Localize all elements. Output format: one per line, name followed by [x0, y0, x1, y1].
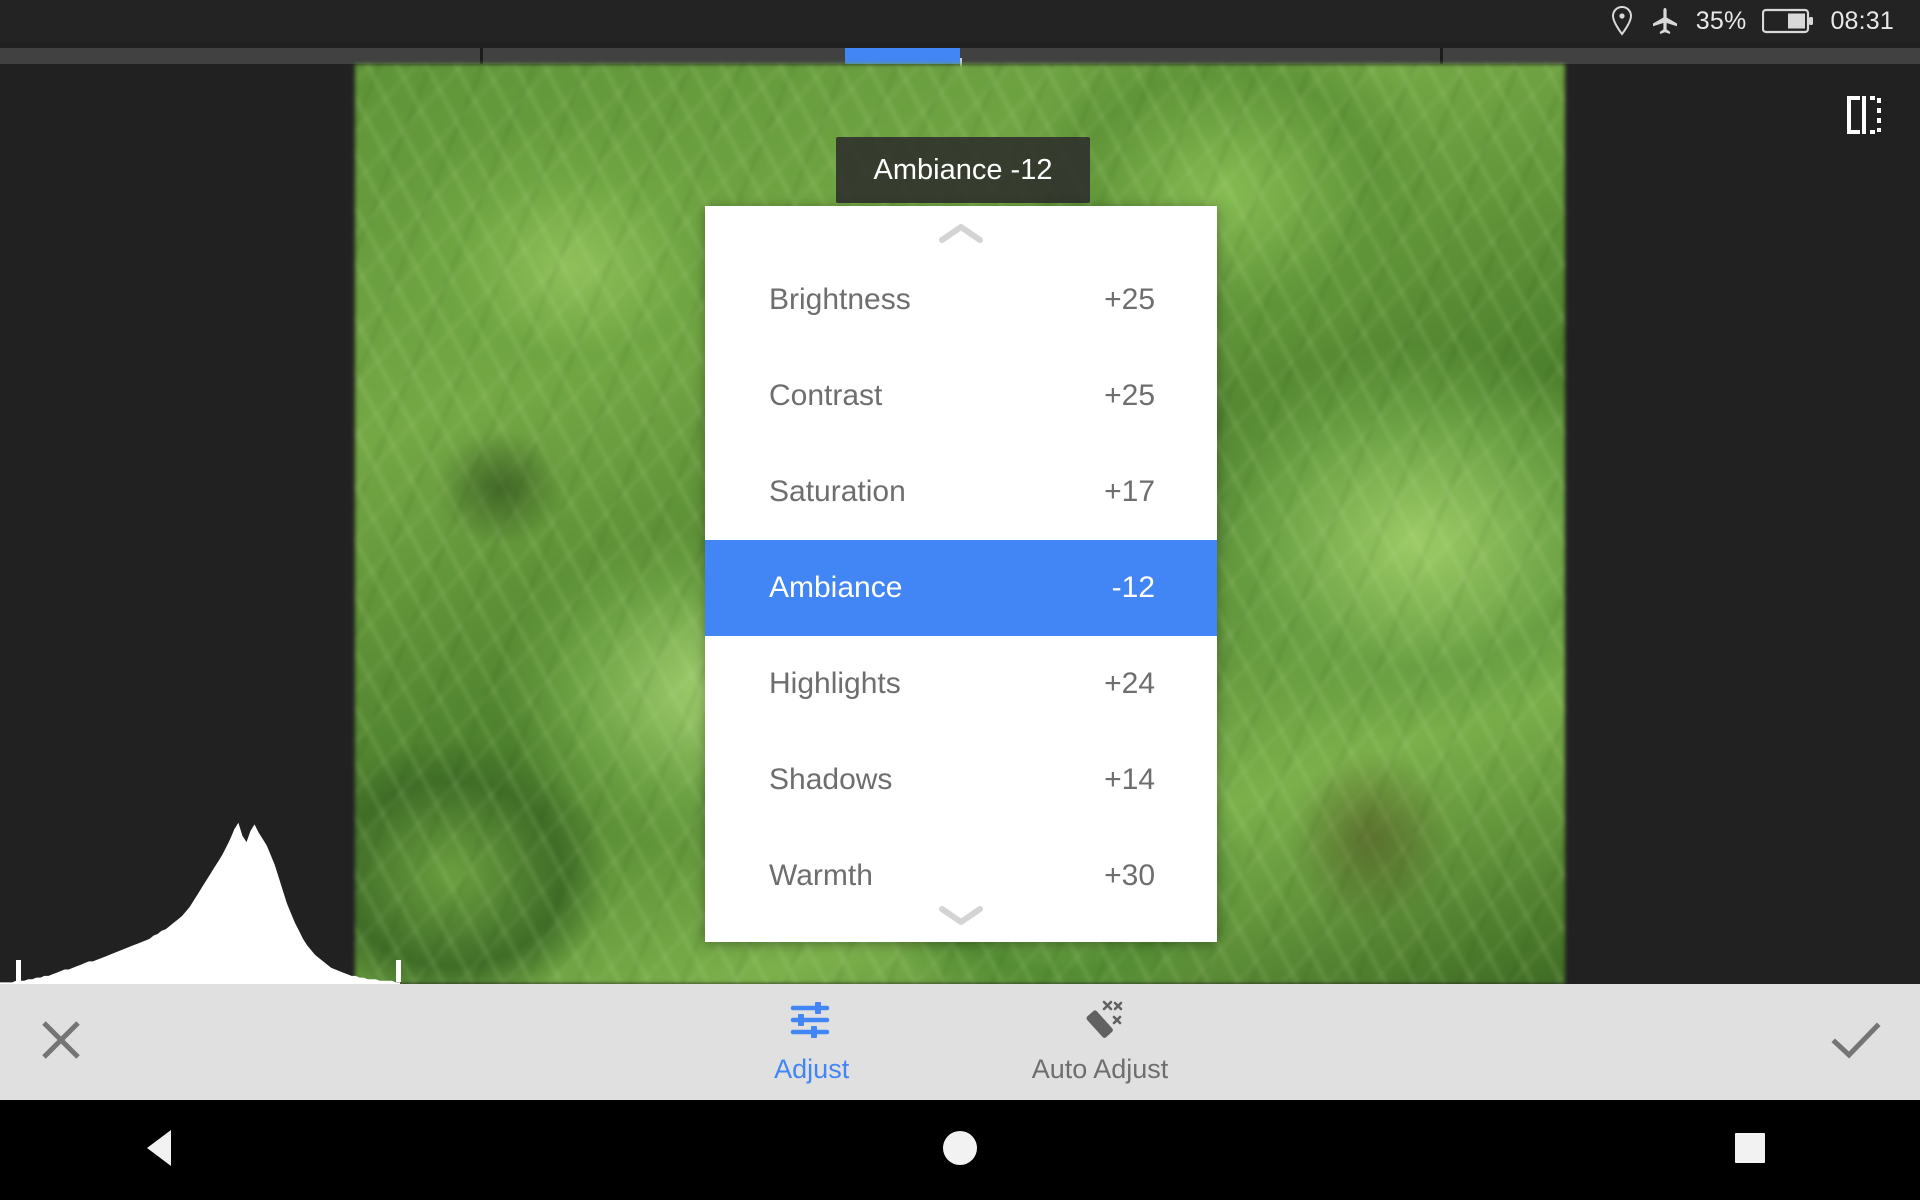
adjustment-row-value: +25 [1104, 379, 1155, 412]
adjustment-row-value: +14 [1104, 763, 1155, 796]
adjustment-row-label: Warmth [769, 859, 873, 892]
tab-auto-adjust-label: Auto Adjust [1031, 1054, 1169, 1084]
adjustment-row-label: Contrast [769, 379, 883, 412]
adjustment-row[interactable]: Shadows +14 [705, 732, 1217, 828]
adjustment-row-value: +24 [1104, 667, 1155, 700]
adjustment-row-label: Saturation [769, 475, 906, 508]
slider-tick [1440, 48, 1443, 64]
nav-home-circle-icon [938, 1126, 982, 1175]
slider-fill [844, 48, 960, 64]
adjustment-row[interactable]: Ambiance -12 [705, 540, 1217, 636]
slider-tick [480, 48, 483, 64]
adjustment-row-value: +17 [1104, 475, 1155, 508]
tune-sliders-icon [789, 999, 835, 1046]
adjustment-row[interactable]: Brightness +25 [705, 252, 1217, 348]
compare-before-after-icon[interactable] [1836, 87, 1892, 143]
tab-auto-adjust[interactable]: Auto Adjust [1031, 999, 1169, 1085]
nav-back-triangle-icon [139, 1126, 181, 1175]
adjustment-row-label: Ambiance [769, 571, 903, 604]
tab-adjust-label: Adjust [774, 1054, 850, 1084]
adjustment-row-value: +30 [1104, 859, 1155, 892]
checkmark-icon [1830, 1018, 1882, 1067]
bottom-toolbar: Adjust Auto Adjust [0, 984, 1920, 1100]
battery-icon [1762, 8, 1814, 34]
nav-recents-button[interactable] [1690, 1100, 1810, 1200]
adjustment-row-label: Highlights [769, 667, 901, 700]
adjustment-row-value: +25 [1104, 283, 1155, 316]
tab-adjust[interactable]: Adjust [752, 999, 872, 1085]
clock-label: 08:31 [1830, 6, 1894, 35]
histogram [0, 724, 401, 984]
location-pin-icon [1610, 6, 1634, 36]
screen-root: 35% 08:31 Ambiance -12 Brightness +25 Co… [0, 0, 1920, 1200]
adjustment-row[interactable]: Saturation +17 [705, 444, 1217, 540]
status-bar: 35% 08:31 [0, 0, 1920, 42]
histogram-marker-right [396, 960, 401, 982]
adjustment-menu: Brightness +25 Contrast +25 Saturation +17 Amb… [705, 206, 1217, 942]
nav-home-button[interactable] [900, 1100, 1020, 1200]
battery-percent-label: 35% [1695, 6, 1747, 35]
adjustment-row-label: Shadows [769, 763, 893, 796]
adjustment-list: Brightness +25 Contrast +25 Saturation +17 Amb… [705, 252, 1217, 924]
android-nav-bar [0, 1100, 1920, 1200]
tool-tabs: Adjust Auto Adjust [0, 984, 1920, 1100]
adjustment-row[interactable]: Highlights +24 [705, 636, 1217, 732]
editor-area: Ambiance -12 Brightness +25 Contrast +25 Sat… [0, 42, 1920, 984]
confirm-button[interactable] [1830, 984, 1882, 1100]
chevron-down-icon[interactable] [705, 896, 1217, 934]
airplane-mode-icon [1650, 6, 1680, 36]
value-tooltip-label: Ambiance -12 [873, 153, 1053, 186]
value-tooltip: Ambiance -12 [836, 137, 1090, 203]
nav-recents-square-icon [1730, 1128, 1770, 1173]
adjustment-row[interactable]: Contrast +25 [705, 348, 1217, 444]
chevron-up-icon[interactable] [705, 214, 1217, 252]
adjustment-row-label: Brightness [769, 283, 911, 316]
nav-back-button[interactable] [100, 1100, 220, 1200]
histogram-marker-left [16, 960, 21, 982]
magic-wand-icon [1076, 999, 1124, 1046]
adjustment-row-value: -12 [1111, 571, 1155, 604]
